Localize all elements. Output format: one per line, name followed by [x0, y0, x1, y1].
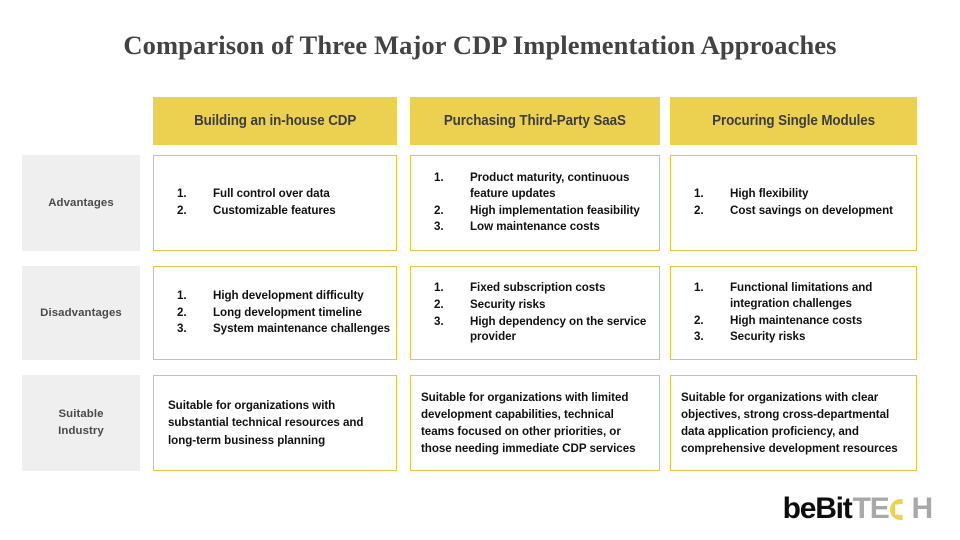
cell-disadvantages-third-party-saas: Fixed subscription costs Security risks …	[410, 266, 660, 360]
list-disadvantages-in-house: High development difficulty Long develop…	[154, 288, 396, 338]
cell-advantages-single-modules: High flexibility Cost savings on develop…	[670, 155, 917, 251]
list-item: High maintenance costs	[694, 313, 863, 328]
row-label-disadvantages: Disadvantages	[22, 266, 140, 360]
row-label-advantages: Advantages	[22, 155, 140, 251]
column-header-row: Building an in-house CDP Purchasing Thir…	[0, 97, 960, 145]
list-item: Customizable features	[177, 203, 336, 218]
column-header-single-modules-label: Procuring Single Modules	[712, 113, 875, 129]
paragraph-suitable-industry-third-party-saas: Suitable for organizations with limited …	[421, 390, 636, 456]
list-advantages-third-party-saas: Product maturity, continuous feature upd…	[411, 170, 659, 235]
cell-advantages-third-party-saas: Product maturity, continuous feature upd…	[410, 155, 660, 251]
list-item: High development difficulty	[177, 288, 364, 303]
row-label-suitable-industry: Suitable Industry	[22, 375, 140, 471]
paragraph-suitable-industry-single-modules: Suitable for organizations with clear ob…	[681, 390, 898, 456]
bebit-tech-logo: beBit TE H	[782, 492, 934, 525]
column-header-third-party-saas[interactable]: Purchasing Third-Party SaaS	[410, 97, 660, 145]
list-item: Functional limitations and integration c…	[694, 280, 873, 310]
cell-suitable-industry-third-party-saas: Suitable for organizations with limited …	[410, 375, 660, 471]
column-header-in-house-label: Building an in-house CDP	[193, 113, 357, 129]
column-header-single-modules[interactable]: Procuring Single Modules	[670, 97, 917, 145]
column-header-in-house[interactable]: Building an in-house CDP	[153, 97, 397, 145]
column-header-third-party-saas-label: Purchasing Third-Party SaaS	[444, 113, 626, 129]
paragraph-suitable-industry-in-house: Suitable for organizations with substant…	[168, 399, 364, 447]
list-item: System maintenance challenges	[177, 321, 391, 336]
list-disadvantages-single-modules: Functional limitations and integration c…	[671, 280, 916, 345]
list-item: High implementation feasibility	[434, 203, 640, 218]
list-item: Low maintenance costs	[434, 219, 600, 234]
list-item: High flexibility	[694, 186, 809, 201]
list-item: Long development timeline	[177, 305, 362, 320]
row-label-advantages-text: Advantages	[48, 196, 114, 209]
list-item: Full control over data	[177, 186, 330, 201]
row-label-suitable-industry-text: Suitable Industry	[58, 408, 104, 437]
slide-canvas: Comparison of Three Major CDP Implementa…	[0, 0, 960, 540]
cell-suitable-industry-in-house: Suitable for organizations with substant…	[153, 375, 397, 471]
cell-disadvantages-single-modules: Functional limitations and integration c…	[670, 266, 917, 360]
cell-disadvantages-in-house: High development difficulty Long develop…	[153, 266, 397, 360]
list-advantages-single-modules: High flexibility Cost savings on develop…	[671, 186, 916, 219]
list-item: Security risks	[434, 297, 546, 312]
logo-c-arc-icon	[890, 499, 911, 520]
list-disadvantages-third-party-saas: Fixed subscription costs Security risks …	[411, 280, 659, 345]
list-item: Fixed subscription costs	[434, 280, 606, 295]
list-item: Product maturity, continuous feature upd…	[434, 170, 630, 200]
row-label-disadvantages-text: Disadvantages	[40, 306, 122, 319]
list-advantages-in-house: Full control over data Customizable feat…	[154, 186, 396, 219]
cell-advantages-in-house: Full control over data Customizable feat…	[153, 155, 397, 251]
logo-brand-text: beBit	[782, 492, 853, 525]
logo-tech-te-text: TE	[852, 492, 890, 525]
list-item: Cost savings on development	[694, 203, 893, 218]
cell-suitable-industry-single-modules: Suitable for organizations with clear ob…	[670, 375, 917, 471]
list-item: High dependency on the service provider	[434, 314, 647, 344]
page-title: Comparison of Three Major CDP Implementa…	[123, 30, 837, 60]
logo-tech-h-text: H	[911, 492, 934, 525]
list-item: Security risks	[694, 329, 806, 344]
